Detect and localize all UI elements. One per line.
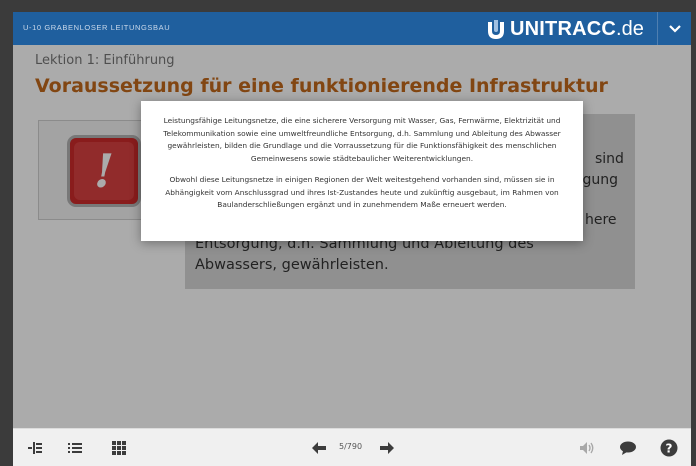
popup-paragraph: Obwohl diese Leitungsnetze in einigen Re… bbox=[165, 175, 559, 209]
grid-button[interactable] bbox=[109, 438, 129, 458]
screen-frame: U-10 GRABENLOSER LEITUNGSBAU UNITRACC .d… bbox=[0, 0, 696, 466]
footer-toolbar: 5/790 ? bbox=[13, 428, 691, 466]
arrow-left-icon bbox=[312, 442, 326, 454]
grid-icon bbox=[112, 441, 126, 455]
previous-page-button[interactable] bbox=[309, 438, 329, 458]
svg-text:?: ? bbox=[666, 442, 673, 456]
chevron-down-icon bbox=[668, 24, 681, 33]
logo-mark-icon bbox=[488, 20, 504, 39]
outline-icon bbox=[28, 442, 42, 454]
info-popup: Leistungsfähige Leitungsnetze, die eine … bbox=[141, 101, 583, 241]
app-window: U-10 GRABENLOSER LEITUNGSBAU UNITRACC .d… bbox=[13, 12, 691, 466]
unitracc-logo[interactable]: UNITRACC .de bbox=[485, 16, 644, 42]
popup-paragraph: Leistungsfähige Leitungsnetze, die eine … bbox=[163, 116, 561, 163]
comment-button[interactable] bbox=[618, 438, 638, 458]
menu-toggle-button[interactable] bbox=[657, 12, 691, 45]
outline-button[interactable] bbox=[25, 438, 45, 458]
comment-icon bbox=[620, 441, 636, 455]
help-icon: ? bbox=[660, 439, 678, 457]
list-icon bbox=[68, 443, 82, 453]
next-page-button[interactable] bbox=[377, 438, 397, 458]
lesson-content: Lektion 1: Einführung Voraussetzung für … bbox=[13, 45, 691, 428]
page-indicator: 5/790 bbox=[339, 442, 363, 451]
top-bar: U-10 GRABENLOSER LEITUNGSBAU UNITRACC .d… bbox=[13, 12, 691, 45]
course-title: U-10 GRABENLOSER LEITUNGSBAU bbox=[23, 23, 171, 32]
logo-tld: .de bbox=[616, 17, 644, 40]
logo-name: UNITRACC bbox=[510, 17, 617, 40]
arrow-right-icon bbox=[380, 442, 394, 454]
list-button[interactable] bbox=[65, 438, 85, 458]
help-button[interactable]: ? bbox=[659, 438, 679, 458]
audio-button[interactable] bbox=[577, 438, 597, 458]
audio-icon bbox=[580, 442, 594, 454]
